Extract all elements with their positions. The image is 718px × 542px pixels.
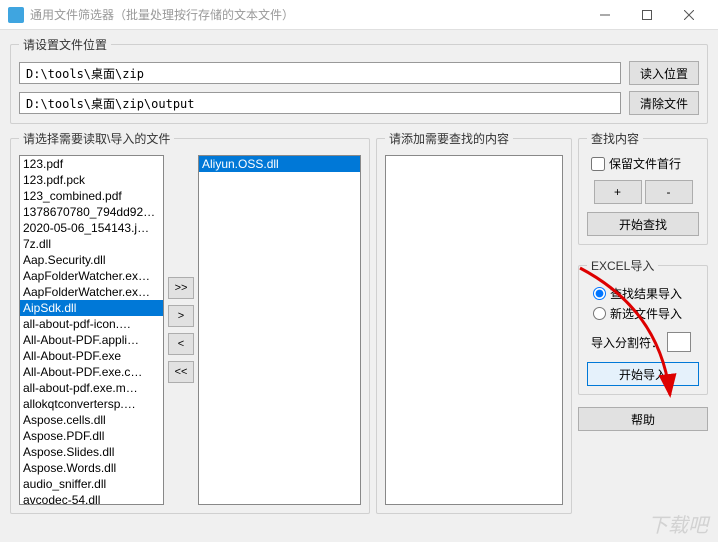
maximize-button[interactable]	[626, 1, 668, 29]
radio-new-import[interactable]	[593, 307, 606, 320]
list-item[interactable]: Aspose.Slides.dll	[20, 444, 163, 460]
list-item[interactable]: allokqtconvertersp.…	[20, 396, 163, 412]
help-button[interactable]: 帮助	[578, 407, 708, 431]
keep-first-line-checkbox[interactable]	[591, 157, 605, 171]
window-title: 通用文件筛选器（批量处理按行存储的文本文件）	[30, 6, 584, 23]
clear-files-button[interactable]: 清除文件	[629, 91, 699, 115]
list-item[interactable]: Aspose.cells.dll	[20, 412, 163, 428]
move-left-button[interactable]: <	[168, 333, 194, 355]
list-item[interactable]: 7z.dll	[20, 236, 163, 252]
list-item[interactable]: 2020-05-06_154143.j…	[20, 220, 163, 236]
start-find-button[interactable]: 开始查找	[587, 212, 699, 236]
excel-group: EXCEL导入 查找结果导入 新选文件导入 导入分割符： 开始导入	[578, 257, 708, 395]
find-group: 查找内容 保留文件首行 + - 开始查找	[578, 130, 708, 245]
list-item[interactable]: All-About-PDF.exe	[20, 348, 163, 364]
start-import-button[interactable]: 开始导入	[587, 362, 699, 386]
move-all-left-button[interactable]: <<	[168, 361, 194, 383]
list-item[interactable]: all-about-pdf-icon.…	[20, 316, 163, 332]
source-file-list[interactable]: 123.pdf123.pdf.pck123_combined.pdf137867…	[19, 155, 164, 505]
remove-term-button[interactable]: -	[645, 180, 693, 204]
list-item[interactable]: 1378670780_794dd92…	[20, 204, 163, 220]
separator-input[interactable]	[667, 332, 691, 352]
list-item[interactable]: AapFolderWatcher.ex…	[20, 284, 163, 300]
list-item[interactable]: All-About-PDF.exe.c…	[20, 364, 163, 380]
window-controls	[584, 1, 710, 29]
move-all-right-button[interactable]: >>	[168, 277, 194, 299]
search-content-group: 请添加需要查找的内容	[376, 130, 572, 514]
titlebar: 通用文件筛选器（批量处理按行存储的文本文件）	[0, 0, 718, 30]
list-item[interactable]: audio_sniffer.dll	[20, 476, 163, 492]
radio-result-row[interactable]: 查找结果导入	[593, 285, 699, 302]
list-item[interactable]: All-About-PDF.appli…	[20, 332, 163, 348]
separator-label: 导入分割符：	[591, 334, 663, 351]
minimize-button[interactable]	[584, 1, 626, 29]
list-item[interactable]: 123.pdf	[20, 156, 163, 172]
search-content-legend: 请添加需要查找的内容	[385, 130, 513, 147]
move-right-button[interactable]: >	[168, 305, 194, 327]
app-icon	[8, 7, 24, 23]
list-item[interactable]: 123.pdf.pck	[20, 172, 163, 188]
files-group: 请选择需要读取\导入的文件 123.pdf123.pdf.pck123_comb…	[10, 130, 370, 514]
read-location-button[interactable]: 读入位置	[629, 61, 699, 85]
files-group-legend: 请选择需要读取\导入的文件	[19, 130, 174, 147]
close-button[interactable]	[668, 1, 710, 29]
find-group-legend: 查找内容	[587, 130, 643, 147]
list-item[interactable]: AapFolderWatcher.ex…	[20, 268, 163, 284]
list-item[interactable]: avcodec-54.dll	[20, 492, 163, 505]
list-item[interactable]: Aap.Security.dll	[20, 252, 163, 268]
keep-first-line-label: 保留文件首行	[609, 155, 681, 172]
list-item[interactable]: Aspose.Words.dll	[20, 460, 163, 476]
list-item[interactable]: all-about-pdf.exe.m…	[20, 380, 163, 396]
radio-new-row[interactable]: 新选文件导入	[593, 305, 699, 322]
list-item[interactable]: 123_combined.pdf	[20, 188, 163, 204]
search-terms-list[interactable]	[385, 155, 563, 505]
path-group-legend: 请设置文件位置	[19, 36, 111, 53]
path-group: 请设置文件位置 读入位置 清除文件	[10, 36, 708, 124]
radio-new-label: 新选文件导入	[610, 305, 682, 322]
add-term-button[interactable]: +	[594, 180, 642, 204]
selected-file-list[interactable]: Aliyun.OSS.dll	[198, 155, 361, 505]
list-item[interactable]: Aspose.PDF.dll	[20, 428, 163, 444]
radio-result-import[interactable]	[593, 287, 606, 300]
excel-group-legend: EXCEL导入	[587, 257, 658, 274]
list-item[interactable]: AipSdk.dll	[20, 300, 163, 316]
input-path-field[interactable]	[19, 62, 621, 84]
keep-first-line-row[interactable]: 保留文件首行	[587, 155, 699, 172]
radio-result-label: 查找结果导入	[610, 285, 682, 302]
output-path-field[interactable]	[19, 92, 621, 114]
list-item[interactable]: Aliyun.OSS.dll	[199, 156, 360, 172]
